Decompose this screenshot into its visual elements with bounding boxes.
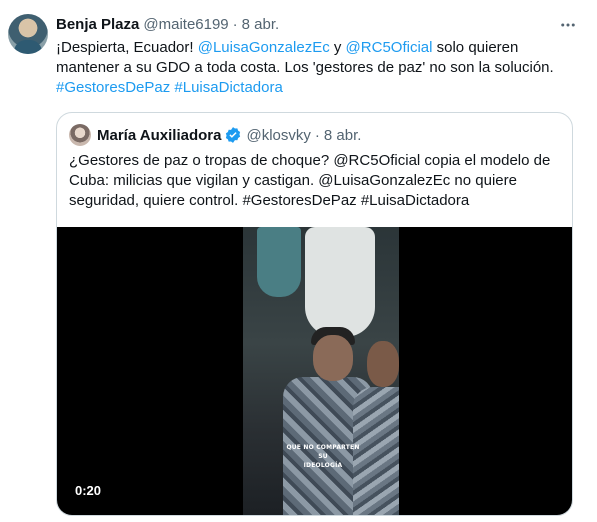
video-caption-line: QUE NO COMPARTEN SU <box>286 444 360 460</box>
tweet-date[interactable]: 8 abr. <box>242 16 280 33</box>
quoted-author-name: María Auxiliadora <box>97 126 222 144</box>
quoted-author-handle: @klosvky <box>246 126 311 144</box>
author-handle[interactable]: @maite6199 <box>143 16 228 33</box>
more-horizontal-icon <box>561 23 575 27</box>
tweet[interactable]: Benja Plaza @maite6199 · 8 abr. ¡Despier… <box>0 0 597 522</box>
video-duration: 0:20 <box>75 483 102 498</box>
author-avatar[interactable] <box>8 14 48 54</box>
separator-dot: · <box>314 126 320 144</box>
verified-badge-icon <box>224 126 242 144</box>
hashtag-link-gestoresdepaz[interactable]: #GestoresDePaz <box>56 79 170 96</box>
video-player[interactable]: QUE NO COMPARTEN SU IDEOLOGÍA 0:20 <box>57 227 572 515</box>
video-caption-line: IDEOLOGÍA <box>303 462 343 469</box>
text-segment: y <box>329 39 346 56</box>
quoted-tweet-date: 8 abr. <box>323 126 362 144</box>
quoted-tweet-text: ¿Gestores de paz o tropas de choque? @RC… <box>69 152 551 209</box>
separator-dot: · <box>232 15 238 33</box>
video-thumbnail: QUE NO COMPARTEN SU IDEOLOGÍA <box>243 227 399 515</box>
author-name[interactable]: Benja Plaza <box>56 16 139 33</box>
text-segment: ¡Despierta, Ecuador! <box>56 39 198 56</box>
more-options-button[interactable] <box>557 14 579 36</box>
quoted-tweet[interactable]: María Auxiliadora @klosvky · 8 abr. ¿Ges… <box>56 112 573 516</box>
hashtag-link-luisadictadora[interactable]: #LuisaDictadora <box>174 79 282 96</box>
quoted-tweet-header: María Auxiliadora @klosvky · 8 abr. <box>69 123 361 147</box>
tweet-text: ¡Despierta, Ecuador! @LuisaGonzalezEc y … <box>56 38 576 98</box>
quoted-author-avatar <box>69 124 91 146</box>
tweet-header: Benja Plaza @maite6199 · 8 abr. <box>56 14 557 34</box>
mention-link-luisagonzalezec[interactable]: @LuisaGonzalezEc <box>198 39 330 56</box>
video-caption: QUE NO COMPARTEN SU IDEOLOGÍA <box>283 443 363 470</box>
mention-link-rc5oficial[interactable]: @RC5Oficial <box>346 39 433 56</box>
